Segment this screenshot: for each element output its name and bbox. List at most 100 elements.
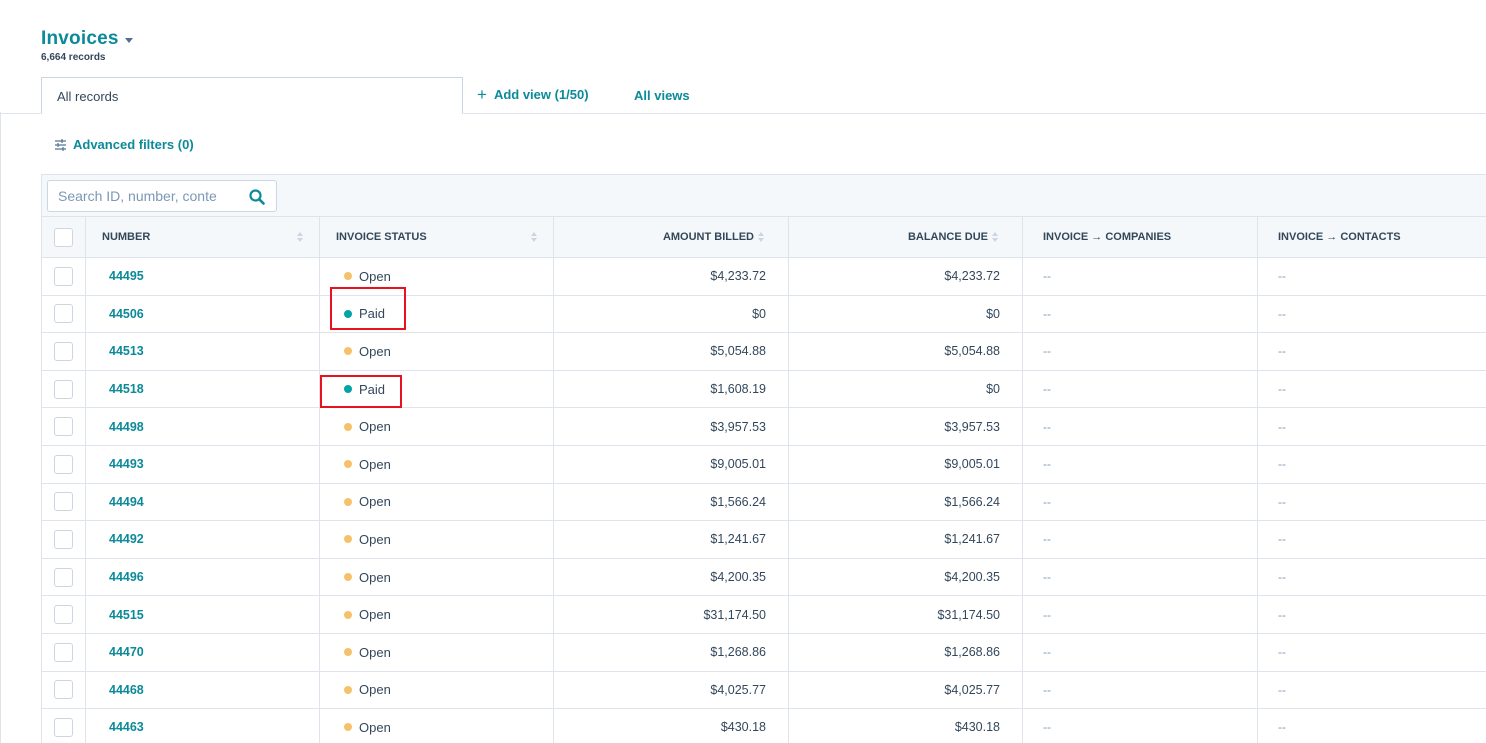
contacts-cell: -- (1257, 257, 1486, 296)
number-cell: 44496 (85, 557, 320, 597)
status-cell: Open (319, 332, 554, 371)
row-checkbox[interactable] (54, 379, 73, 399)
row-checkbox[interactable] (54, 567, 73, 587)
balance-due-cell: $1,268.86 (788, 632, 1023, 672)
balance-due-cell: $1,241.67 (788, 520, 1023, 559)
header-invoice-companies[interactable]: Invoice → Companies (1022, 216, 1258, 258)
status-cell: Open (319, 257, 554, 296)
sort-icon[interactable] (992, 232, 998, 242)
status-cell: Open (319, 632, 554, 672)
status-label: Paid (359, 381, 386, 397)
row-checkbox[interactable] (54, 605, 73, 625)
status-dot-icon (344, 272, 352, 281)
row-checkbox[interactable] (54, 529, 73, 549)
table-row: 44494 Open $1,566.24 $1,566.24 -- -- (41, 482, 1486, 522)
contacts-cell: -- (1257, 444, 1486, 484)
balance-due-cell: $0 (788, 369, 1023, 409)
row-checkbox[interactable] (54, 266, 73, 286)
companies-cell: -- (1022, 407, 1258, 446)
amount-billed-cell: $1,566.24 (553, 482, 789, 522)
sort-icon[interactable] (531, 232, 537, 242)
add-view-button[interactable]: + Add view (1/50) (477, 86, 589, 103)
status-cell: Open (319, 557, 554, 597)
invoice-number-link[interactable]: 44492 (86, 532, 144, 546)
search-icon[interactable] (249, 189, 265, 205)
tab-all-records[interactable]: All records (41, 77, 463, 114)
header-invoice-contacts[interactable]: Invoice → Contacts (1257, 216, 1486, 258)
companies-cell: -- (1022, 332, 1258, 371)
amount-billed-cell: $3,957.53 (553, 407, 789, 446)
companies-cell: -- (1022, 557, 1258, 597)
page-title: Invoices (41, 28, 119, 49)
number-cell: 44518 (85, 369, 320, 409)
row-select-cell (41, 595, 86, 634)
invoice-number-link[interactable]: 44506 (86, 307, 144, 321)
invoice-number-link[interactable]: 44515 (86, 608, 144, 622)
select-all-checkbox[interactable] (54, 227, 73, 247)
companies-cell: -- (1022, 670, 1258, 710)
row-checkbox[interactable] (54, 680, 73, 700)
table-row: 44463 Open $430.18 $430.18 -- -- (41, 708, 1486, 743)
status-dot-icon (344, 648, 352, 657)
contacts-cell: -- (1257, 595, 1486, 634)
caret-down-icon (124, 37, 133, 43)
invoice-number-link[interactable]: 44518 (86, 382, 144, 396)
status-dot-icon (344, 309, 352, 318)
amount-billed-cell: $4,025.77 (553, 670, 789, 710)
table-row: 44492 Open $1,241.67 $1,241.67 -- -- (41, 520, 1486, 559)
status-cell: Open (319, 407, 554, 446)
header-companies-label: Invoice → Companies (1043, 231, 1172, 243)
advanced-filters-button[interactable]: Advanced filters (0) (54, 137, 194, 152)
balance-due-cell: $1,566.24 (788, 482, 1023, 522)
status-label: Open (359, 494, 391, 510)
view-title-dropdown[interactable]: Invoices (41, 28, 133, 50)
row-select-cell (41, 444, 86, 484)
status-cell: Paid (319, 369, 554, 409)
table-row: 44493 Open $9,005.01 $9,005.01 -- -- (41, 444, 1486, 484)
status-dot-icon (344, 685, 352, 694)
sort-icon[interactable] (297, 232, 303, 242)
header-balance-due[interactable]: Balance due (788, 216, 1023, 258)
table-header-row: Number Invoice status Amount billed (41, 216, 1486, 258)
header-balance-label: Balance due (907, 231, 988, 243)
balance-due-cell: $9,005.01 (788, 444, 1023, 484)
invoice-number-link[interactable]: 44498 (86, 420, 144, 434)
invoice-number-link[interactable]: 44513 (86, 344, 144, 358)
number-cell: 44468 (85, 670, 320, 710)
advanced-filters-label: Advanced filters (0) (73, 137, 194, 152)
all-views-link[interactable]: All views (634, 88, 690, 103)
search-input[interactable] (48, 187, 238, 205)
row-select-cell (41, 632, 86, 672)
header-amount-billed[interactable]: Amount billed (553, 216, 789, 258)
row-checkbox[interactable] (54, 417, 73, 437)
status-dot-icon (344, 723, 352, 732)
row-checkbox[interactable] (54, 717, 73, 737)
header-number[interactable]: Number (85, 216, 320, 258)
invoice-number-link[interactable]: 44493 (86, 457, 144, 471)
row-checkbox[interactable] (54, 642, 73, 662)
number-cell: 44470 (85, 632, 320, 672)
row-checkbox[interactable] (54, 454, 73, 474)
status-dot-icon (344, 460, 352, 469)
row-checkbox[interactable] (54, 304, 73, 324)
invoice-number-link[interactable]: 44494 (86, 495, 144, 509)
invoice-number-link[interactable]: 44496 (86, 570, 144, 584)
amount-billed-cell: $9,005.01 (553, 444, 789, 484)
number-cell: 44494 (85, 482, 320, 522)
status-dot-icon (344, 385, 352, 394)
invoice-number-link[interactable]: 44463 (86, 720, 144, 734)
invoice-number-link[interactable]: 44470 (86, 645, 144, 659)
left-border (0, 112, 1, 743)
invoice-number-link[interactable]: 44468 (86, 683, 144, 697)
header-invoice-status[interactable]: Invoice status (319, 216, 554, 258)
amount-billed-cell: $5,054.88 (553, 332, 789, 371)
status-label: Open (359, 343, 391, 359)
status-cell: Open (319, 444, 554, 484)
companies-cell: -- (1022, 520, 1258, 559)
status-dot-icon (344, 422, 352, 431)
sort-icon[interactable] (758, 232, 764, 242)
invoice-number-link[interactable]: 44495 (86, 269, 144, 283)
amount-billed-cell: $1,268.86 (553, 632, 789, 672)
row-checkbox[interactable] (54, 492, 73, 512)
row-checkbox[interactable] (54, 341, 73, 361)
